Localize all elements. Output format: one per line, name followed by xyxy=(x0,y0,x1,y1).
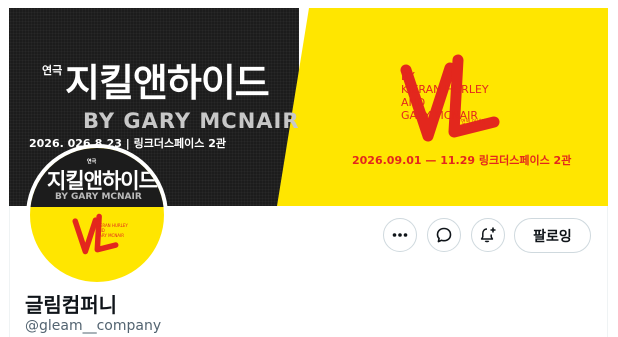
avatar-genre-label: 연극 xyxy=(87,159,97,165)
right-column xyxy=(607,0,618,337)
avatar-credit: BY KIERAN HURLEY AND GARY MCNAIR xyxy=(96,218,128,238)
avatar[interactable]: 연극 지킬앤하이드 BY GARY MCNAIR BY KIERAN HURLE… xyxy=(26,144,168,286)
profile-name: 글림컴퍼니 xyxy=(25,293,117,317)
message-button[interactable] xyxy=(427,218,461,252)
banner-credit: BY KIERAN HURLEY AND GARY MCNAIR xyxy=(401,70,489,122)
profile-page: 연극 지킬앤하이드 BY GARY MCNAIR 2026. 026.8.23 … xyxy=(0,0,618,337)
more-button[interactable] xyxy=(383,218,417,252)
banner-genre-label: 연극 xyxy=(42,64,63,77)
banner-date-right: 2026.09.01 — 11.29 링크더스페이스 2관 xyxy=(352,154,572,167)
avatar-byline: BY GARY MCNAIR xyxy=(55,192,142,202)
notify-button[interactable] xyxy=(471,218,505,252)
message-icon xyxy=(436,227,452,243)
following-button[interactable]: 팔로잉 xyxy=(514,218,591,253)
banner-credit-text: BY KIERAN HURLEY AND GARY MCNAIR xyxy=(401,70,489,122)
more-icon xyxy=(392,233,408,237)
notify-plus-icon xyxy=(480,227,496,243)
banner-title: 지킬앤하이드 xyxy=(65,61,270,105)
top-strip xyxy=(9,0,608,8)
banner-note: 번역 이세영 xyxy=(461,119,486,125)
banner-byline: BY GARY MCNAIR xyxy=(83,109,300,133)
avatar-title: 지킬앤하이드 xyxy=(47,169,158,193)
profile-handle: @gleam__company xyxy=(25,318,162,334)
